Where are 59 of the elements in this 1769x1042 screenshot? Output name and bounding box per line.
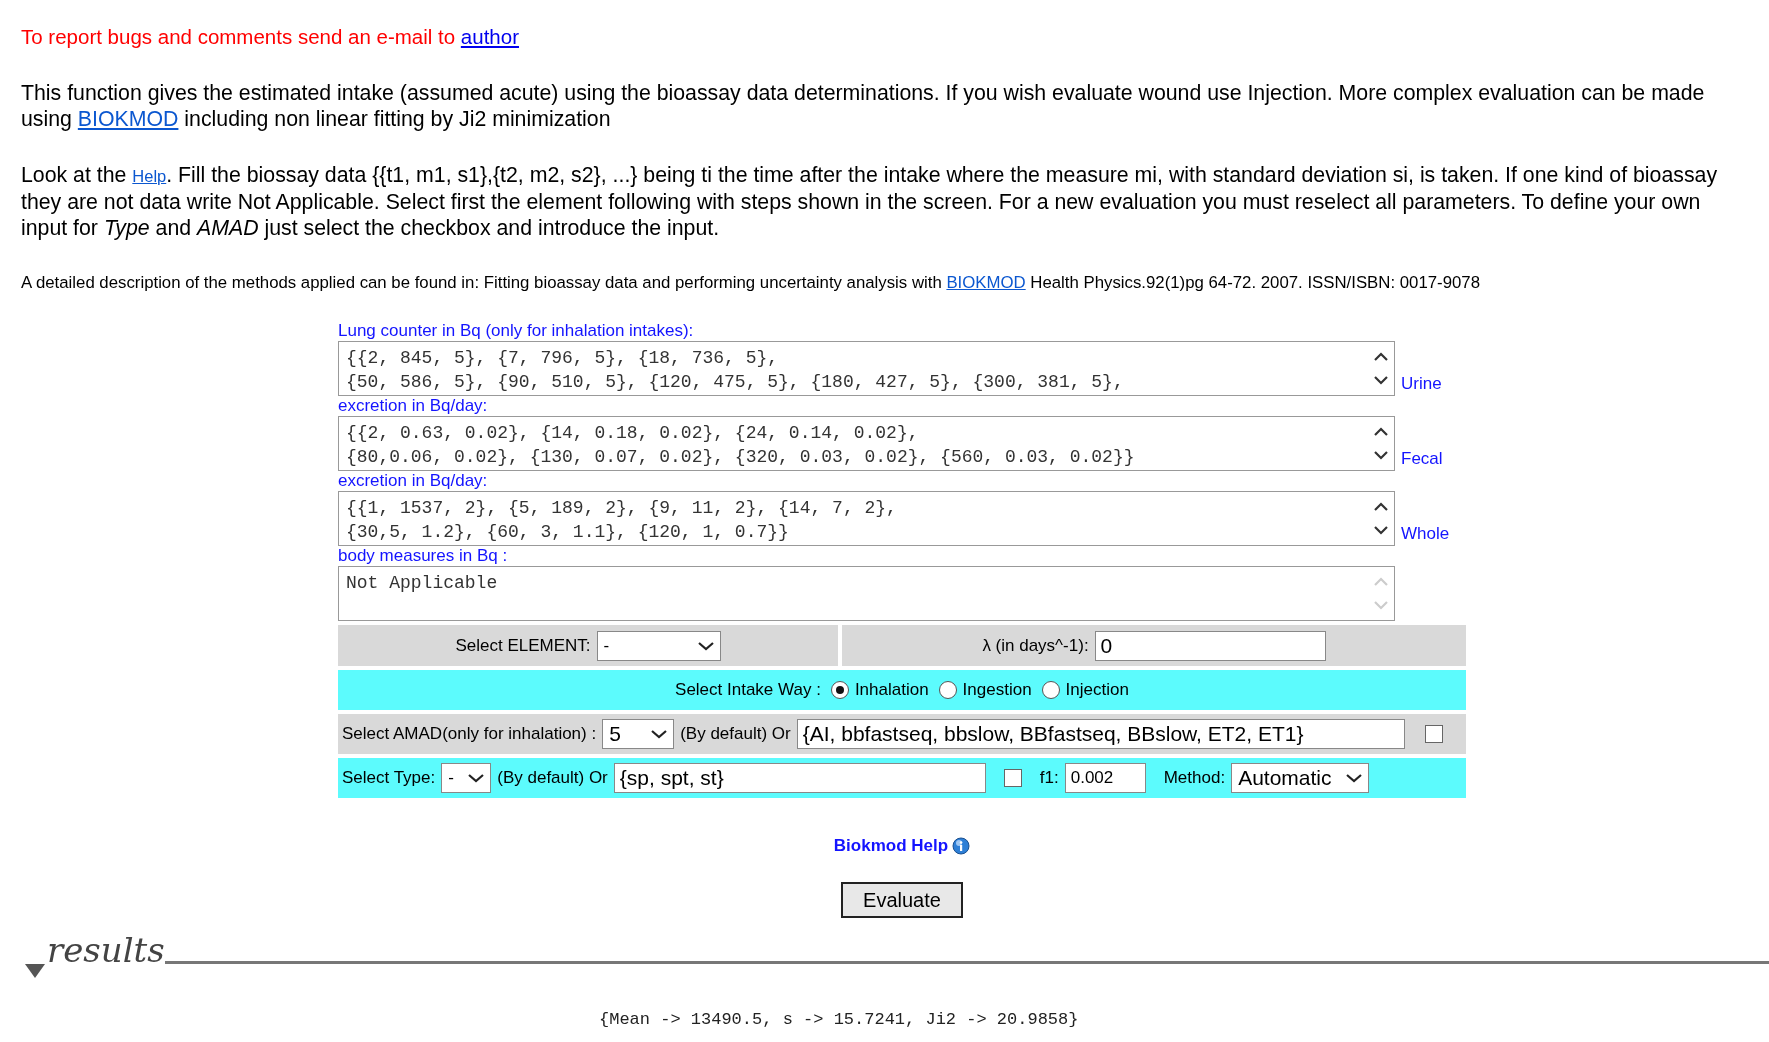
radio-button[interactable]	[830, 681, 849, 699]
amad-input[interactable]: {AI, bbfastseq, bbslow, BBfastseq, BBslow, ET2, ET1}	[796, 719, 1405, 749]
field-label: Urine	[1401, 374, 1442, 395]
link[interactable]: author	[460, 25, 519, 48]
scroll-up-icon[interactable]	[1373, 427, 1389, 438]
description-text: Look at the Help. Fill the biossay data {{t1, m1, s1},{t2, m2, s2}, ...} being ti the time after the intake where the measure mi, with standard deviation si, is taken. If one kind of bioassay they are not data write Not Applicable. Select first the element following with steps shown in the screen. For a new evaluation you must reselect all parameters. To define your own input for Type and AMAD just select the checkbox and introduce the input.	[21, 162, 1719, 241]
link[interactable]: BIOKMOD	[946, 273, 1026, 292]
field-label: excretion in Bq/day:	[338, 471, 489, 491]
scroll-down-icon[interactable]	[1373, 524, 1389, 535]
reference-text: A detailed description of the methods applied can be found in: Fitting bioassay data and performing uncertainty analysis with BIOKMOD Health Physics.92(1)pg 64-72. 2007. ISSN/ISBN: 0017-9078	[21, 273, 1481, 293]
default-label: (By default) Or	[497, 768, 608, 788]
field-label: excretion in Bq/day:	[338, 396, 489, 416]
results-heading: results	[47, 930, 165, 970]
triangle-icon	[25, 964, 45, 978]
amad-select[interactable]: 5	[602, 719, 675, 749]
contact-notice: To report bugs and comments send an e-mail to author	[21, 24, 520, 50]
help-link[interactable]: Help	[132, 167, 167, 185]
help-link[interactable]: Biokmod Help	[833, 836, 949, 856]
scroll-down-icon[interactable]	[1373, 449, 1389, 460]
radio-label: Ingestion	[962, 680, 1032, 700]
radio-button[interactable]	[1041, 681, 1060, 699]
radio-label: Inhalation	[854, 680, 929, 700]
results-text: {Mean -> 13490.5, s -> 15.7241, Ji2 -> 20.9858}	[599, 1010, 1079, 1029]
link[interactable]: BIOKMOD	[77, 107, 179, 131]
type-input[interactable]: {sp, spt, st}	[613, 763, 986, 793]
type-label: Select Type:	[342, 768, 436, 788]
scroll-down-icon[interactable]	[1373, 374, 1389, 385]
data-field[interactable]: {{1, 1537, 2}, {5, 189, 2}, {9, 11, 2}, {14, 7, 2}, {30,5, 1.2}, {60, 3, 1.1}, {120, 1, 0.7}}	[338, 491, 1395, 546]
lambda-input[interactable]: 0	[1094, 630, 1326, 661]
scroll-up-icon[interactable]	[1373, 502, 1389, 513]
field-label: Fecal	[1401, 449, 1443, 470]
caret-icon	[1346, 773, 1363, 783]
scroll-up-icon[interactable]	[1373, 352, 1389, 363]
default-label: (By default) Or	[680, 724, 791, 744]
description-text: This function gives the estimated intake (assumed acute) using the bioassay data determinations. If you wish evaluate wound use Injection. More complex evaluation can be made using BIOKMOD including non linear fitting by Ji2 minimization	[21, 80, 1706, 132]
intake-label: Select Intake Way :	[675, 680, 821, 700]
type-select[interactable]: -	[441, 763, 492, 793]
method-label: Method:	[1163, 768, 1226, 788]
field-label: body measures in Bq :	[338, 546, 509, 566]
element-select[interactable]: -	[596, 630, 721, 661]
caret-icon	[468, 773, 485, 783]
amad-label: Select AMAD(only for inhalation) :	[342, 724, 597, 744]
caret-icon	[651, 729, 668, 739]
evaluate-button[interactable]: Evaluate	[841, 882, 963, 918]
caret-icon	[697, 640, 714, 651]
element-label: Select ELEMENT:	[455, 635, 591, 656]
lambda-label: λ (in days^-1):	[982, 635, 1089, 656]
field-label: Lung counter in Bq (only for inhalation intakes):	[338, 321, 695, 341]
checkbox[interactable]	[1003, 769, 1022, 787]
data-field[interactable]: {{2, 0.63, 0.02}, {14, 0.18, 0.02}, {24, 0.14, 0.02}, {80,0.06, 0.02}, {130, 0.07, 0.02}, {320, 0.03, 0.02}, {560, 0.03, 0.02}}	[338, 416, 1395, 471]
f1-label: f1:	[1039, 768, 1059, 788]
f1-input[interactable]: 0.002	[1064, 763, 1146, 793]
data-field[interactable]: {{2, 845, 5}, {7, 796, 5}, {18, 736, 5}, {50, 586, 5}, {90, 510, 5}, {120, 475, 5}, {180, 427, 5}, {300, 381, 5},	[338, 341, 1395, 396]
method-select[interactable]: Automatic	[1231, 763, 1370, 793]
radio-button[interactable]	[938, 681, 957, 699]
radio-label: Injection	[1065, 680, 1129, 700]
field-label: Whole	[1401, 524, 1450, 545]
help-icon[interactable]	[952, 837, 971, 855]
checkbox[interactable]	[1424, 725, 1443, 743]
